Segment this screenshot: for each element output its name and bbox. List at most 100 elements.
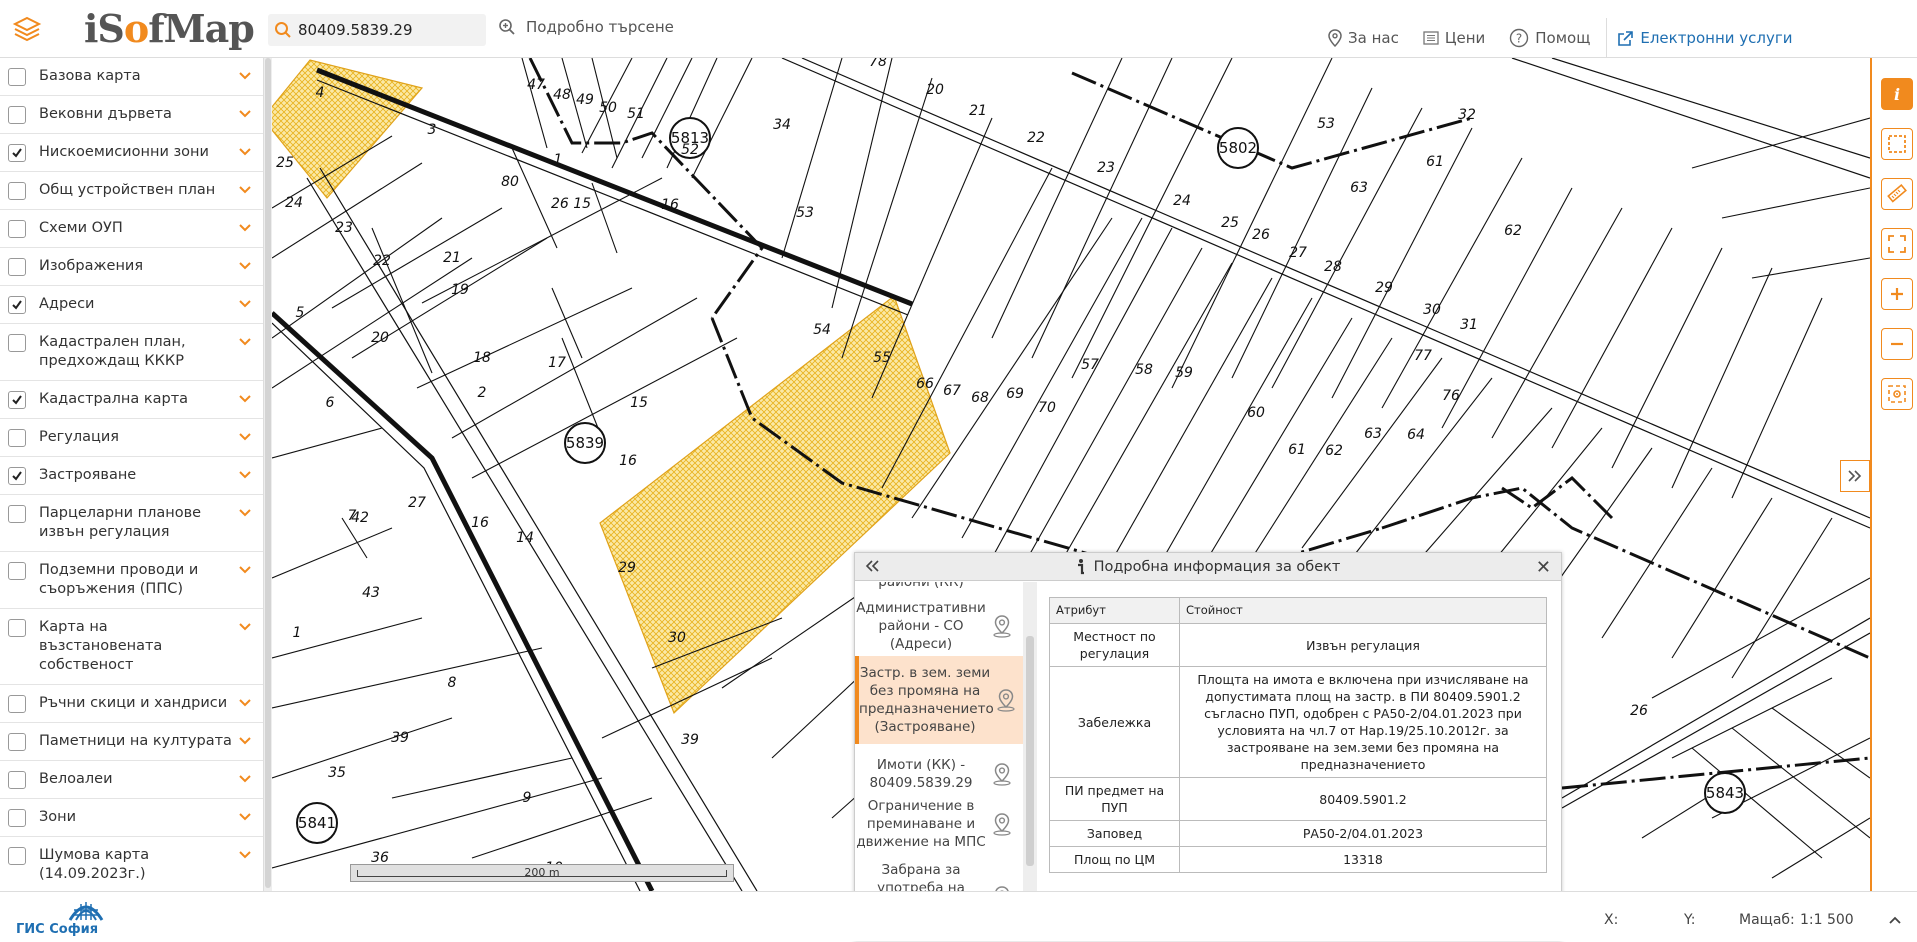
layer-expand-button[interactable]: [235, 147, 255, 156]
zoom-out-button[interactable]: [1881, 328, 1913, 360]
layer-item[interactable]: Регулация: [0, 419, 263, 457]
object-list-item[interactable]: Административни райони - СО (Адреси): [855, 598, 1023, 654]
layer-checkbox[interactable]: [8, 429, 26, 447]
info-panel-header: Подробна информация за обект ✕: [855, 553, 1561, 581]
nav-eservices[interactable]: Електронни услуги: [1617, 29, 1792, 47]
layer-item[interactable]: Парцеларни планове извън регулация: [0, 495, 263, 552]
layer-expand-button[interactable]: [235, 109, 255, 118]
layer-checkbox[interactable]: [8, 505, 26, 523]
parcel-number-label: 22: [1027, 130, 1045, 146]
layer-expand-button[interactable]: [235, 185, 255, 194]
layer-checkbox[interactable]: [8, 619, 26, 637]
layer-checkbox[interactable]: [8, 695, 26, 713]
layer-expand-button[interactable]: [235, 432, 255, 441]
object-list-scrollbar[interactable]: [1023, 582, 1037, 940]
gis-sofia-logo[interactable]: ГИС София: [16, 898, 106, 942]
layer-checkbox[interactable]: [8, 106, 26, 124]
layer-expand-button[interactable]: [235, 470, 255, 479]
zoom-to-object-button[interactable]: [987, 762, 1017, 786]
object-list-item[interactable]: райони (КК): [855, 582, 1023, 596]
footer-expand-button[interactable]: [1888, 910, 1902, 929]
chevron-down-icon: [239, 433, 251, 441]
layer-item[interactable]: Схеми ОУП: [0, 210, 263, 248]
layer-item[interactable]: Ръчни скици и хандриси: [0, 685, 263, 723]
layer-item[interactable]: Адреси: [0, 286, 263, 324]
info-tool-button[interactable]: i: [1881, 78, 1913, 110]
search-icon[interactable]: [268, 21, 298, 39]
layer-item[interactable]: Паметници на културата: [0, 723, 263, 761]
layer-expand-button[interactable]: [235, 736, 255, 745]
sidebar-scrollbar-thumb[interactable]: [265, 58, 271, 888]
layer-expand-button[interactable]: [235, 508, 255, 517]
layer-checkbox[interactable]: [8, 258, 26, 276]
layers-toggle-button[interactable]: [10, 14, 44, 44]
layer-expand-button[interactable]: [235, 850, 255, 859]
layer-checkbox[interactable]: [8, 296, 26, 314]
search-input[interactable]: [298, 21, 478, 39]
zoom-in-button[interactable]: [1881, 278, 1913, 310]
layer-item[interactable]: Зони: [0, 799, 263, 837]
layer-item[interactable]: Кадастрален план, предхождащ КККР: [0, 324, 263, 381]
object-list-item[interactable]: Ограничение в преминаване и движение на …: [855, 798, 1023, 850]
nav-about[interactable]: За нас: [1328, 29, 1399, 47]
zoom-to-object-button[interactable]: [987, 812, 1017, 836]
zoom-to-object-button[interactable]: [991, 688, 1021, 712]
layer-checkbox[interactable]: [8, 391, 26, 409]
nav-prices[interactable]: Цени: [1423, 29, 1485, 47]
layer-checkbox[interactable]: [8, 220, 26, 238]
layer-checkbox[interactable]: [8, 562, 26, 580]
layer-item[interactable]: Кадастрална карта: [0, 381, 263, 419]
layer-expand-button[interactable]: [235, 565, 255, 574]
close-panel-button[interactable]: ✕: [1536, 557, 1551, 578]
attribute-name-cell: Забележка: [1049, 666, 1180, 778]
layer-item[interactable]: Карта на възстановената собственост: [0, 609, 263, 685]
full-extent-button[interactable]: [1881, 228, 1913, 260]
expand-right-panel-button[interactable]: [1840, 460, 1870, 492]
locate-me-button[interactable]: [1881, 378, 1913, 410]
parcel-number-label: 21: [443, 250, 461, 266]
layer-expand-button[interactable]: [235, 261, 255, 270]
measure-tool-button[interactable]: [1881, 178, 1913, 210]
layer-expand-button[interactable]: [235, 622, 255, 631]
layer-expand-button[interactable]: [235, 394, 255, 403]
layer-expand-button[interactable]: [235, 337, 255, 346]
layer-expand-button[interactable]: [235, 812, 255, 821]
info-icon: [1077, 558, 1084, 574]
layer-checkbox[interactable]: [8, 334, 26, 352]
layer-item[interactable]: Изображения: [0, 248, 263, 286]
layer-item[interactable]: Нискоемисионни зони: [0, 134, 263, 172]
layer-checkbox[interactable]: [8, 809, 26, 827]
layer-item[interactable]: Застрояване: [0, 457, 263, 495]
layer-expand-button[interactable]: [235, 71, 255, 80]
object-list-item[interactable]: Застр. в зем. земи без промяна на предна…: [855, 656, 1023, 744]
layer-checkbox[interactable]: [8, 68, 26, 86]
collapse-panel-button[interactable]: [863, 558, 881, 578]
layer-checkbox[interactable]: [8, 467, 26, 485]
select-area-tool-button[interactable]: [1881, 128, 1913, 160]
layer-checkbox[interactable]: [8, 771, 26, 789]
parcel-number-label: 54: [813, 322, 831, 338]
layer-checkbox[interactable]: [8, 182, 26, 200]
layer-checkbox[interactable]: [8, 733, 26, 751]
zoom-to-object-button[interactable]: [987, 614, 1017, 638]
nav-help[interactable]: ? Помощ: [1509, 28, 1590, 48]
layer-expand-button[interactable]: [235, 774, 255, 783]
advanced-search-button[interactable]: Подробно търсене: [498, 18, 674, 36]
layer-expand-button[interactable]: [235, 299, 255, 308]
scale-value[interactable]: 1:1 500: [1800, 912, 1854, 928]
object-list-scrollbar-thumb[interactable]: [1026, 636, 1034, 866]
parcel-number-label: 16: [619, 453, 637, 469]
sidebar-scrollbar[interactable]: [264, 58, 272, 891]
layer-checkbox[interactable]: [8, 144, 26, 162]
app-logo[interactable]: iSofMap: [84, 6, 255, 52]
layer-checkbox[interactable]: [8, 847, 26, 865]
object-list-item[interactable]: Имоти (КК) - 80409.5839.29: [855, 754, 1023, 794]
layer-item[interactable]: Общ устройствен план: [0, 172, 263, 210]
layer-item[interactable]: Вековни дървета: [0, 96, 263, 134]
layer-expand-button[interactable]: [235, 698, 255, 707]
layer-expand-button[interactable]: [235, 223, 255, 232]
layer-item[interactable]: Велоалеи: [0, 761, 263, 799]
layer-item[interactable]: Базова карта: [0, 58, 263, 96]
layer-item[interactable]: Шумова карта (14.09.2023г.): [0, 837, 263, 891]
layer-item[interactable]: Подземни проводи и съоръжения (ППС): [0, 552, 263, 609]
